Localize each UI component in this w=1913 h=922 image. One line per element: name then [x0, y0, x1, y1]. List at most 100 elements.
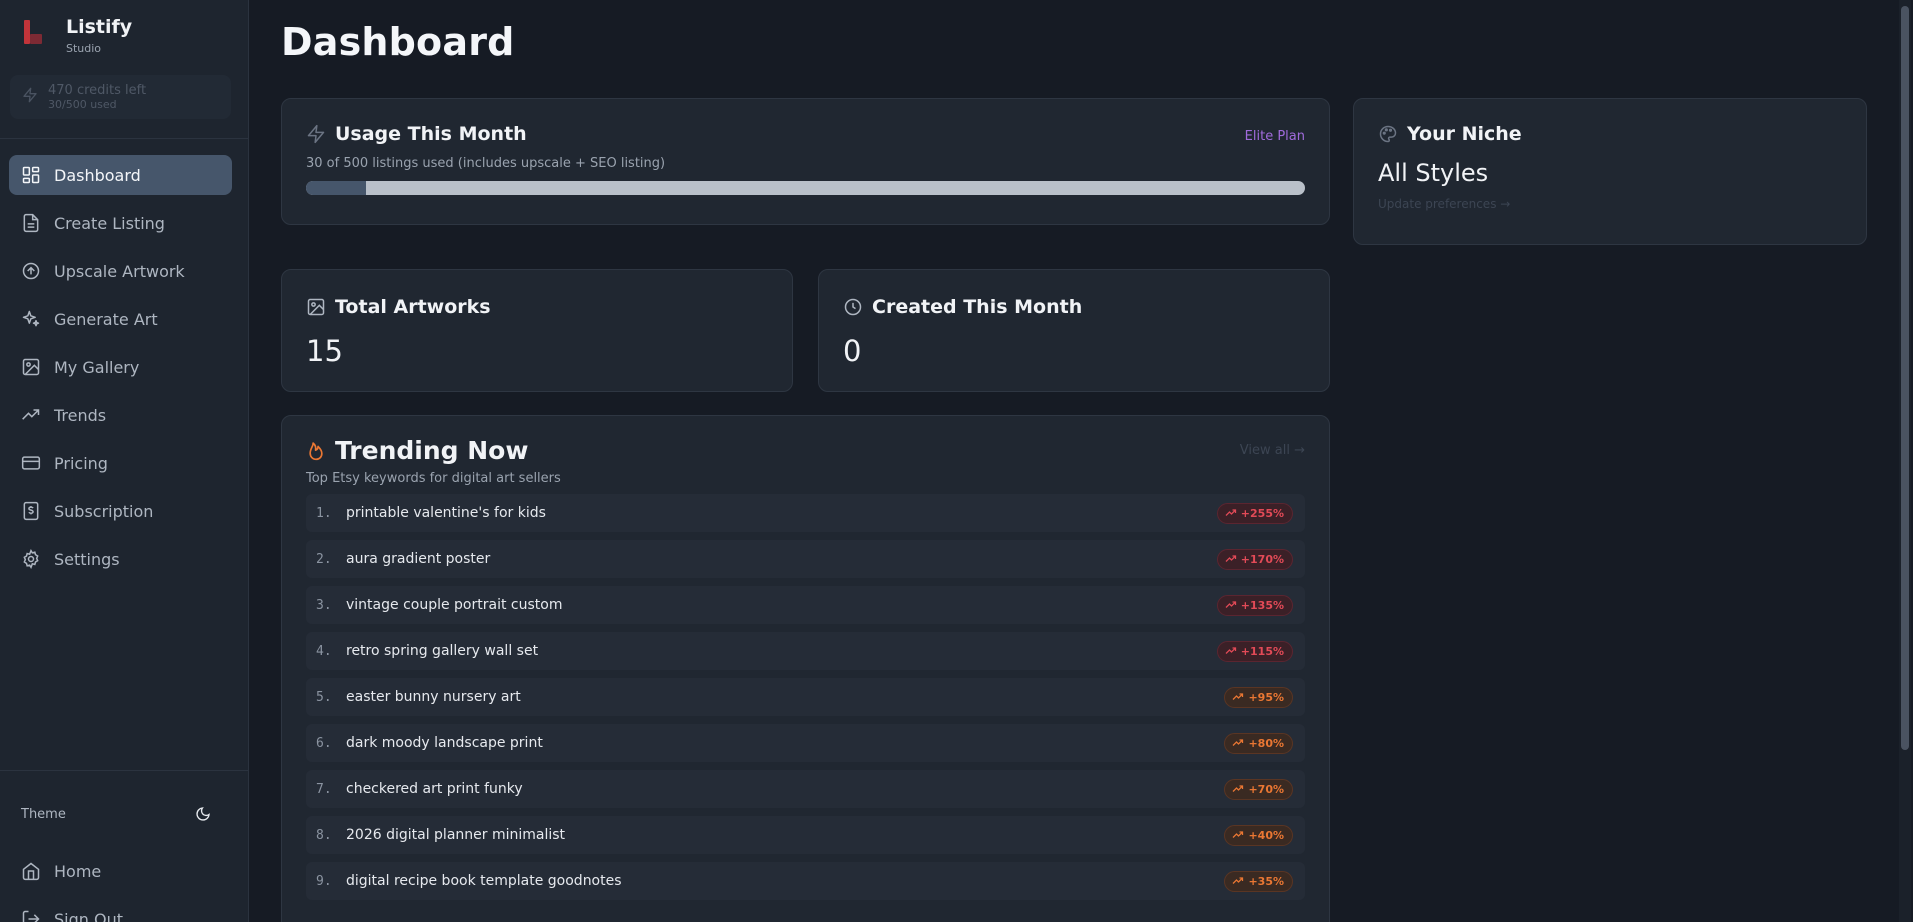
sidebar: Listify Studio 470 credits left 30/500 u… [0, 0, 249, 922]
scrollbar-thumb[interactable] [1901, 6, 1909, 750]
trending-up-icon [1225, 555, 1236, 562]
usage-title: Usage This Month [335, 123, 527, 145]
trending-rank: 5. [316, 689, 332, 705]
theme-row: Theme [21, 806, 211, 822]
sidebar-divider [0, 770, 249, 771]
credits-used: 30/500 used [48, 97, 117, 111]
sidebar-divider [0, 138, 249, 139]
trend-change-badge: +135% [1216, 594, 1293, 616]
sidebar-item-label: Home [54, 861, 102, 881]
dashboard-icon [22, 166, 40, 184]
gear-icon [23, 549, 39, 569]
trend-change-badge: +80% [1224, 732, 1293, 754]
sidebar-item-label: Sign Out [54, 909, 123, 922]
sidebar-item-label: Create Listing [54, 213, 165, 233]
sidebar-item-label: Settings [54, 549, 120, 569]
sidebar-item-home[interactable]: Home [9, 851, 232, 891]
sidebar-item-dashboard[interactable]: Dashboard [9, 155, 232, 195]
sidebar-item-pricing[interactable]: Pricing [9, 443, 232, 483]
trend-change-value: +95% [1248, 690, 1284, 704]
view-all-link[interactable]: View all → [1240, 443, 1305, 458]
trending-up-icon [1233, 877, 1244, 884]
trending-up-icon [22, 409, 40, 420]
trending-keyword: digital recipe book template goodnotes [346, 873, 622, 889]
stat-title: Total Artworks [335, 296, 491, 318]
trend-change-badge: +35% [1224, 870, 1293, 892]
sidebar-item-label: My Gallery [54, 357, 140, 377]
credits-box: 470 credits left 30/500 used [10, 75, 231, 119]
trending-keyword: 2026 digital planner minimalist [346, 827, 566, 843]
trending-row[interactable]: 5. easter bunny nursery art +95% [306, 678, 1305, 716]
trending-rank: 8. [316, 827, 332, 843]
credits-left: 470 credits left [48, 82, 147, 98]
trending-keyword: easter bunny nursery art [346, 689, 521, 705]
trending-up-icon [1225, 509, 1236, 516]
sidebar-item-sign-out[interactable]: Sign Out [9, 899, 232, 922]
trending-rank: 3. [316, 597, 332, 613]
sidebar-item-create-listing[interactable]: Create Listing [9, 203, 232, 243]
usage-subtitle: 30 of 500 listings used (includes upscal… [306, 156, 666, 171]
flame-icon [309, 441, 323, 460]
sidebar-item-label: Pricing [54, 453, 108, 473]
trending-row[interactable]: 7. checkered art print funky +70% [306, 770, 1305, 808]
trending-rank: 2. [316, 551, 332, 567]
trend-change-value: +70% [1248, 782, 1284, 796]
trending-card: Trending Now View all → Top Etsy keyword… [281, 415, 1330, 922]
credit-card-icon [21, 456, 41, 470]
trend-change-badge: +95% [1224, 686, 1293, 708]
sidebar-item-label: Subscription [54, 501, 154, 521]
total-artworks-card: Total Artworks 15 [281, 269, 793, 392]
sidebar-item-label: Dashboard [54, 165, 141, 185]
trending-keyword: vintage couple portrait custom [346, 597, 563, 613]
trend-change-value: +255% [1240, 506, 1284, 520]
trending-row[interactable]: 6. dark moody landscape print +80% [306, 724, 1305, 762]
trend-change-value: +80% [1248, 736, 1284, 750]
created-this-month-card: Created This Month 0 [818, 269, 1330, 392]
trending-up-icon [1233, 831, 1244, 838]
trending-row[interactable]: 1. printable valentine's for kids +255% [306, 494, 1305, 532]
image-icon [22, 358, 40, 376]
sidebar-item-trends[interactable]: Trends [9, 395, 232, 435]
trend-change-badge: +115% [1216, 640, 1293, 662]
stat-title: Created This Month [872, 296, 1083, 318]
niche-card: Your Niche All Styles Update preferences… [1353, 98, 1867, 245]
trending-subtitle: Top Etsy keywords for digital art seller… [306, 471, 561, 486]
sidebar-item-subscription[interactable]: Subscription [9, 491, 232, 531]
sidebar-item-label: Generate Art [54, 309, 158, 329]
trend-change-value: +135% [1240, 598, 1284, 612]
brand[interactable]: Listify Studio [22, 16, 132, 55]
sidebar-item-upscale-artwork[interactable]: Upscale Artwork [9, 251, 232, 291]
image-icon [307, 298, 325, 316]
home-icon [22, 862, 40, 881]
trending-rank: 6. [316, 735, 332, 751]
trend-change-value: +170% [1240, 552, 1284, 566]
trending-row[interactable]: 3. vintage couple portrait custom +135% [306, 586, 1305, 624]
trending-keyword: checkered art print funky [346, 781, 523, 797]
listify-logo [22, 18, 46, 48]
trending-row[interactable]: 4. retro spring gallery wall set +115% [306, 632, 1305, 670]
trending-up-icon [1233, 693, 1244, 700]
sidebar-item-generate-art[interactable]: Generate Art [9, 299, 232, 339]
sidebar-item-label: Trends [54, 405, 107, 425]
trending-title: Trending Now [335, 436, 529, 465]
sparkles-icon [22, 310, 40, 327]
trend-change-value: +115% [1240, 644, 1284, 658]
moon-icon[interactable] [195, 806, 211, 822]
trending-row[interactable]: 8. 2026 digital planner minimalist +40% [306, 816, 1305, 854]
usage-progress-bar [306, 181, 1305, 195]
sidebar-item-settings[interactable]: Settings [9, 539, 232, 579]
trending-row[interactable]: 2. aura gradient poster +170% [306, 540, 1305, 578]
arrow-up-circle-icon [22, 262, 40, 280]
trending-up-icon [1233, 739, 1244, 746]
trending-keyword: aura gradient poster [346, 551, 491, 567]
sidebar-item-label: Upscale Artwork [54, 261, 185, 281]
lightning-icon [307, 124, 325, 144]
logout-icon [22, 910, 40, 922]
trending-row[interactable]: 9. digital recipe book template goodnotes… [306, 862, 1305, 900]
trending-up-icon [1225, 601, 1236, 608]
trending-list: 1. printable valentine's for kids +255% 2. a… [306, 494, 1305, 900]
sidebar-item-my-gallery[interactable]: My Gallery [9, 347, 232, 387]
page-scrollbar[interactable] [1899, 0, 1911, 922]
theme-label: Theme [21, 806, 66, 822]
update-preferences-link[interactable]: Update preferences → [1378, 197, 1842, 211]
